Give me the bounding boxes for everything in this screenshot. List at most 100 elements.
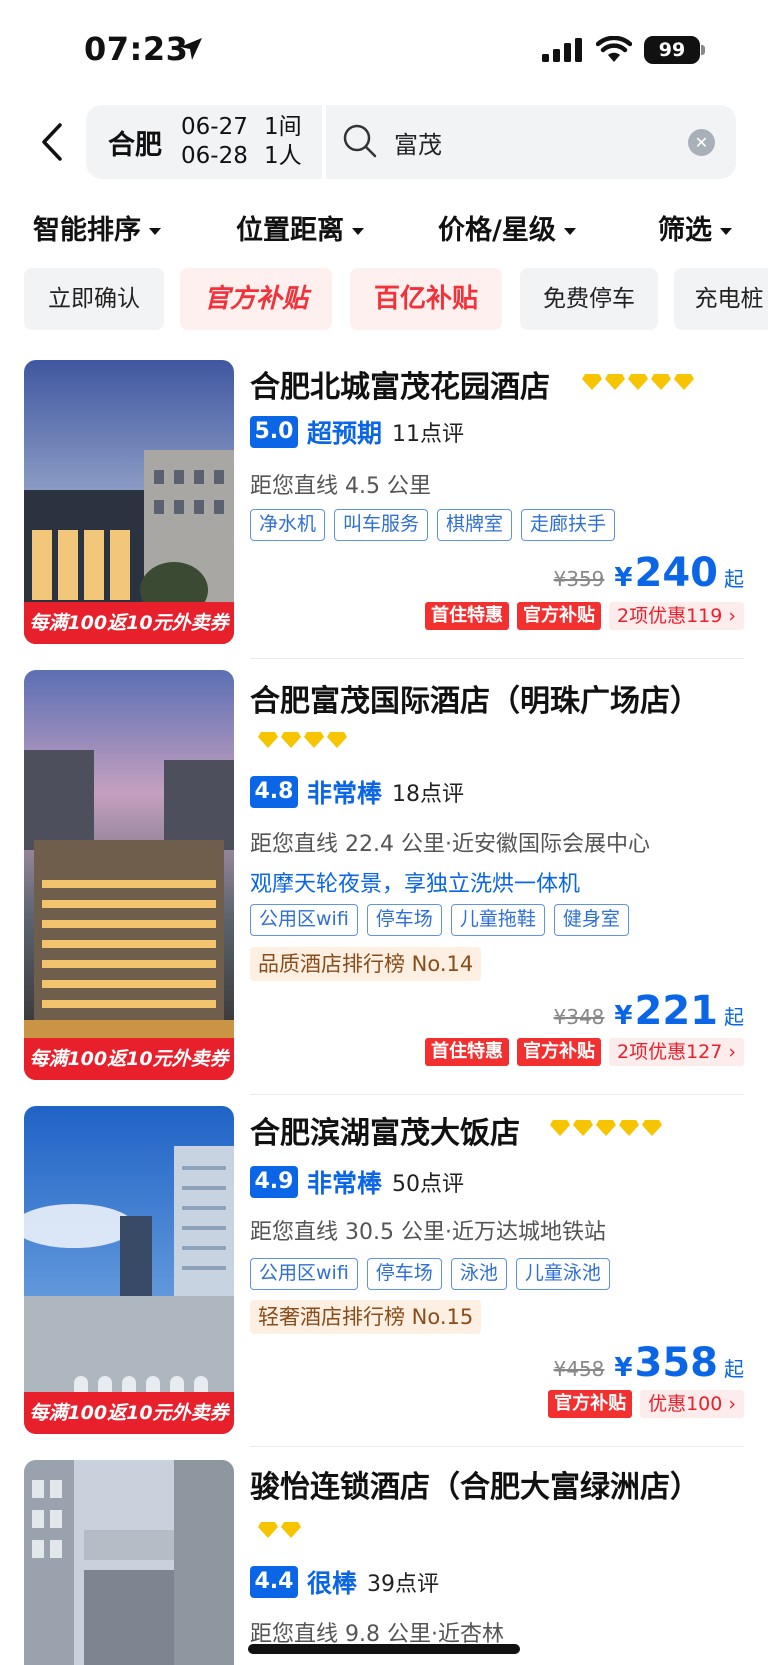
hotel-name[interactable]: 合肥富茂国际酒店（明珠广场店） — [250, 676, 700, 720]
score-badge: 4.9 — [250, 1166, 298, 1198]
score-text: 非常棒 — [307, 779, 383, 808]
city-selector[interactable]: 合肥 — [108, 123, 162, 162]
amenity-tag: 公用区wifi — [250, 904, 358, 936]
caret-down-icon — [720, 228, 732, 235]
back-button[interactable] — [34, 118, 70, 166]
search-bar[interactable]: 合肥 06-27 06-28 1间 1人 富茂 ✕ — [86, 105, 736, 179]
battery-tip — [701, 45, 705, 55]
original-price: ¥348 — [553, 1005, 605, 1029]
diamond-icon — [304, 732, 324, 752]
discount-link[interactable]: 2项优惠127 › — [609, 1038, 744, 1066]
search-divider — [322, 105, 326, 179]
sort-distance[interactable]: 位置距离 — [236, 208, 364, 247]
chip-instant-confirm[interactable]: 立即确认 — [24, 268, 164, 330]
hotel-photo-image — [24, 670, 234, 1080]
original-price: ¥458 — [553, 1357, 605, 1381]
diamond-icon — [550, 1120, 570, 1140]
hotel-photo-image — [24, 1460, 234, 1665]
score-text: 非常棒 — [307, 1169, 383, 1198]
distance-text: 距您直线 22.4 公里·近安徽国际会展中心 — [250, 832, 650, 857]
current-price: 221 — [634, 988, 719, 1034]
chip-official-subsidy[interactable]: 官方补贴 — [180, 268, 332, 330]
sort-smart-label: 智能排序 — [33, 215, 141, 246]
score-badge: 4.8 — [250, 776, 298, 808]
hotel-name[interactable]: 合肥滨湖富茂大饭店 — [250, 1108, 520, 1152]
caret-down-icon — [563, 228, 576, 235]
ranking-badge[interactable]: 品质酒店排行榜 No.14 — [250, 947, 482, 981]
amenity-tag: 儿童拖鞋 — [450, 904, 545, 936]
promo-row: 首住特惠 官方补贴 2项优惠127 › — [425, 1038, 744, 1066]
rating-row: 4.8 非常棒 18点评 — [250, 774, 464, 810]
hotel-photo: 每满100返10元外卖券 — [24, 670, 234, 1080]
star-rating — [258, 732, 347, 752]
price-row: ¥458 ¥ 358 起 — [554, 1340, 745, 1386]
checkout-date: 06-28 — [181, 143, 248, 169]
status-bar: 07:23 99 — [0, 0, 768, 100]
promo-tag: 官方补贴 — [517, 1038, 601, 1066]
diamond-icon — [281, 1522, 301, 1542]
room-guest-selector[interactable]: 1间 1人 — [264, 113, 302, 171]
card-divider — [250, 658, 744, 659]
date-selector[interactable]: 06-27 06-28 — [181, 113, 248, 171]
hotel-photo-image — [24, 1106, 234, 1434]
currency-symbol: ¥ — [614, 1353, 633, 1383]
price-suffix: 起 — [724, 567, 744, 591]
diamond-icon — [281, 732, 301, 752]
currency-symbol: ¥ — [614, 1001, 633, 1031]
amenity-tags: 公用区wifi 停车场 泳池 儿童泳池 — [250, 1258, 610, 1290]
chip-billion-subsidy[interactable]: 百亿补贴 — [350, 268, 502, 330]
chip-charging[interactable]: 充电桩 — [674, 268, 768, 330]
chip-free-parking[interactable]: 免费停车 — [520, 268, 658, 330]
ranking-badge[interactable]: 轻奢酒店排行榜 No.15 — [250, 1300, 482, 1334]
sort-filter[interactable]: 筛选 — [658, 208, 732, 247]
current-price: 240 — [634, 550, 719, 596]
sort-distance-label: 位置距离 — [236, 215, 344, 246]
rating-row: 5.0 超预期 11点评 — [250, 414, 464, 450]
review-count: 50点评 — [392, 1172, 465, 1197]
amenity-tag: 净水机 — [250, 509, 326, 541]
clear-icon[interactable]: ✕ — [688, 129, 715, 156]
price-suffix: 起 — [724, 1005, 744, 1029]
review-count: 39点评 — [367, 1572, 440, 1597]
amenity-tag: 儿童泳池 — [515, 1258, 610, 1290]
hotel-slogan: 观摩天轮夜景，享独立洗烘一体机 — [250, 872, 581, 897]
price-row: ¥359 ¥ 240 起 — [554, 550, 745, 596]
caret-down-icon — [149, 228, 161, 235]
amenity-tag: 走廊扶手 — [521, 509, 616, 541]
hotel-photo: 每满100返10元外卖券 — [24, 360, 234, 644]
original-price: ¥359 — [553, 567, 605, 591]
sort-price-star[interactable]: 价格/星级 — [438, 208, 576, 247]
search-input[interactable]: 富茂 — [394, 125, 442, 160]
amenity-tag: 叫车服务 — [334, 509, 429, 541]
score-text: 超预期 — [307, 419, 383, 448]
discount-link[interactable]: 优惠100 › — [640, 1390, 744, 1418]
sort-bar: 智能排序 位置距离 价格/星级 筛选 — [0, 208, 768, 248]
hotel-name[interactable]: 合肥北城富茂花园酒店 — [250, 362, 550, 406]
thumb-promo-banner: 每满100返10元外卖券 — [24, 1392, 234, 1434]
filter-chips: 立即确认 官方补贴 百亿补贴 免费停车 充电桩 — [24, 268, 768, 330]
diamond-icon — [596, 1120, 616, 1140]
amenity-tag: 停车场 — [366, 904, 442, 936]
diamond-icon — [327, 732, 347, 752]
diamond-icon — [619, 1120, 639, 1140]
location-arrow-icon — [180, 38, 202, 60]
rating-row: 4.9 非常棒 50点评 — [250, 1164, 464, 1200]
amenity-tags: 净水机 叫车服务 棋牌室 走廊扶手 — [250, 509, 616, 541]
amenity-tags: 公用区wifi 停车场 儿童拖鞋 健身室 — [250, 904, 629, 936]
battery-indicator: 99 — [644, 36, 700, 64]
search-icon — [343, 124, 377, 158]
currency-symbol: ¥ — [614, 563, 633, 593]
card-divider — [250, 1446, 744, 1447]
diamond-icon — [651, 374, 671, 394]
wifi-icon — [596, 36, 632, 62]
sort-smart[interactable]: 智能排序 — [33, 208, 161, 247]
price-row: ¥348 ¥ 221 起 — [554, 988, 745, 1034]
current-price: 358 — [634, 1340, 719, 1386]
star-rating — [258, 1522, 301, 1542]
hotel-name[interactable]: 骏怡连锁酒店（合肥大富绿洲店） — [250, 1462, 700, 1506]
diamond-icon — [258, 732, 278, 752]
discount-link[interactable]: 2项优惠119 › — [609, 602, 744, 630]
amenity-tag: 健身室 — [553, 904, 629, 936]
promo-tag: 首住特惠 — [425, 1038, 509, 1066]
promo-row: 首住特惠 官方补贴 2项优惠119 › — [425, 602, 744, 630]
